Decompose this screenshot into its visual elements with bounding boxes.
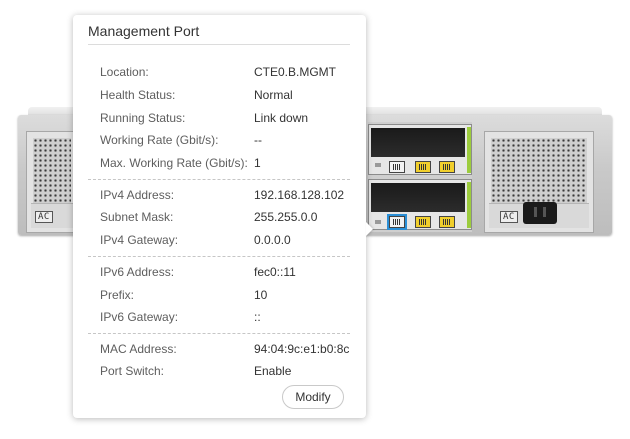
psu-ac-label: AC	[35, 211, 53, 223]
row-mac-address: MAC Address: 94:04:9c:e1:b0:8c	[100, 342, 362, 358]
row-prefix: Prefix: 10	[100, 288, 362, 304]
field-value: Enable	[254, 364, 292, 378]
field-label: MAC Address:	[100, 342, 177, 356]
field-value: CTE0.B.MGMT	[254, 65, 337, 79]
ethernet-port[interactable]	[415, 161, 431, 173]
ethernet-port[interactable]	[415, 216, 431, 228]
row-ipv6-gateway: IPv6 Gateway: ::	[100, 310, 362, 326]
field-label: Running Status:	[100, 111, 186, 125]
ethernet-port[interactable]	[439, 216, 455, 228]
field-value: --	[254, 133, 262, 147]
field-label: IPv4 Gateway:	[100, 233, 179, 247]
row-running-status: Running Status: Link down	[100, 111, 362, 127]
section-divider	[88, 333, 350, 334]
field-value: 10	[254, 288, 268, 302]
interface-module-upper[interactable]	[368, 124, 472, 175]
field-label: IPv4 Address:	[100, 188, 175, 202]
row-port-switch: Port Switch: Enable	[100, 364, 362, 380]
field-value: 255.255.0.0	[254, 210, 318, 224]
field-value: 94:04:9c:e1:b0:8c	[254, 342, 350, 356]
row-ipv4-address: IPv4 Address: 192.168.128.102	[100, 188, 362, 204]
popover-title: Management Port	[88, 23, 200, 39]
module-bay	[371, 183, 465, 212]
section-divider	[88, 256, 350, 257]
module-bay	[371, 128, 465, 157]
field-label: Subnet Mask:	[100, 210, 174, 224]
popover-arrow	[366, 222, 373, 236]
field-value: Link down	[254, 111, 309, 125]
field-label: Health Status:	[100, 88, 176, 102]
module-led	[375, 220, 381, 224]
field-label: IPv6 Gateway:	[100, 310, 179, 324]
ethernet-port[interactable]	[389, 161, 405, 173]
row-ipv6-address: IPv6 Address: fec0::11	[100, 265, 362, 281]
psu-vent-grille	[33, 138, 71, 204]
modify-button[interactable]: Modify	[282, 385, 344, 409]
psu-vent-grille	[491, 138, 587, 204]
psu-ac-label: AC	[500, 211, 518, 223]
ethernet-port[interactable]	[439, 161, 455, 173]
field-label: Max. Working Rate (Gbit/s):	[100, 156, 248, 170]
field-value: 1	[254, 156, 261, 170]
power-inlet-icon	[523, 202, 557, 224]
module-status-bar	[467, 127, 471, 173]
row-health-status: Health Status: Normal	[100, 88, 362, 104]
field-label: Prefix:	[100, 288, 135, 302]
management-port-selected[interactable]	[387, 214, 407, 230]
section-divider	[88, 179, 350, 180]
field-label: IPv6 Address:	[100, 265, 175, 279]
module-led	[375, 163, 381, 167]
field-label: Port Switch:	[100, 364, 165, 378]
title-divider	[88, 44, 350, 45]
field-label: Location:	[100, 65, 149, 79]
row-subnet-mask: Subnet Mask: 255.255.0.0	[100, 210, 362, 226]
power-supply-left[interactable]: AC	[26, 131, 78, 233]
field-value: 0.0.0.0	[254, 233, 291, 247]
row-working-rate: Working Rate (Gbit/s): --	[100, 133, 362, 149]
field-value: Normal	[254, 88, 293, 102]
module-status-bar	[467, 182, 471, 228]
power-supply-right[interactable]: AC	[484, 131, 594, 233]
field-value: ::	[254, 310, 261, 324]
field-value: 192.168.128.102	[254, 188, 345, 202]
field-value: fec0::11	[254, 265, 296, 279]
field-label: Working Rate (Gbit/s):	[100, 133, 219, 147]
management-port-popover: Management Port Location: CTE0.B.MGMT He…	[73, 15, 373, 418]
controller-modules	[368, 122, 472, 232]
row-location: Location: CTE0.B.MGMT	[100, 65, 362, 81]
row-ipv4-gateway: IPv4 Gateway: 0.0.0.0	[100, 233, 362, 249]
row-max-working-rate: Max. Working Rate (Gbit/s): 1	[100, 156, 362, 172]
interface-module-lower[interactable]	[368, 179, 472, 230]
